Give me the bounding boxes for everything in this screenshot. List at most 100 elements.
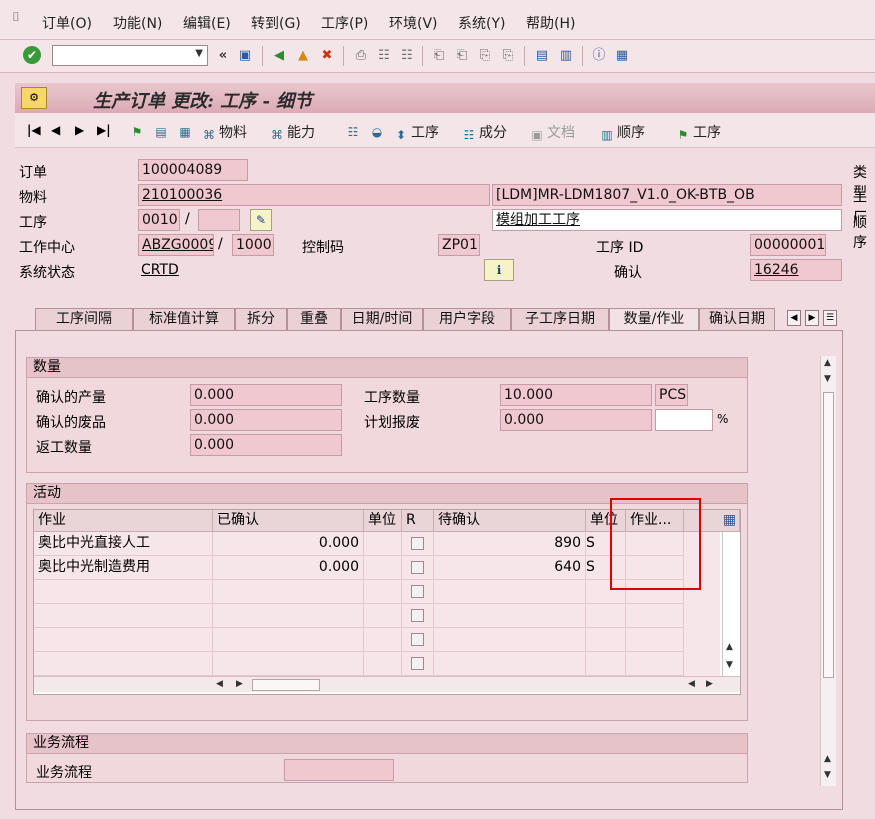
business-process-field[interactable]	[284, 759, 394, 781]
table-horizontal-scrollbar[interactable]: ◀ ▶ ◀ ▶	[34, 676, 740, 692]
tab-split[interactable]: 拆分	[235, 308, 287, 330]
menu-help[interactable]: 帮助(H)	[526, 13, 575, 33]
column-header-to-confirm[interactable]: 待确认	[434, 510, 586, 532]
previous-record-icon[interactable]: ◀	[51, 123, 60, 137]
command-field[interactable]: ▼	[52, 45, 208, 66]
next-record-icon[interactable]: ▶	[75, 123, 84, 137]
scroll-up-icon[interactable]: ▲	[726, 642, 733, 652]
table-cell[interactable]: 奥比中光直接人工	[34, 532, 213, 556]
menu-goto[interactable]: 转到(G)	[251, 13, 301, 33]
new-session-icon[interactable]: ▤	[533, 47, 551, 65]
chevron-down-icon[interactable]: ▼	[195, 48, 203, 59]
scroll-down-icon[interactable]: ▼	[824, 374, 831, 384]
operation-field[interactable]: 0010	[138, 209, 180, 231]
tab-confirmation-dates[interactable]: 确认日期	[699, 308, 775, 330]
component-button[interactable]: ☷ 成分	[461, 122, 507, 142]
header-flag-button[interactable]: ⚑	[129, 122, 147, 139]
operation-description[interactable]: 模组加工工序	[492, 209, 842, 231]
last-record-icon[interactable]: ▶|	[97, 123, 111, 137]
scroll-left-icon[interactable]: ◀	[216, 679, 223, 689]
table-cell[interactable]: 奥比中光制造费用	[34, 556, 213, 580]
help-icon[interactable]: ⓘ	[590, 47, 608, 65]
operation-flag-button[interactable]: ⚑ 工序	[675, 122, 721, 142]
order-field[interactable]: 100004089	[138, 159, 248, 181]
scroll-thumb[interactable]	[823, 392, 834, 678]
scroll-down-icon[interactable]: ▼	[726, 660, 733, 670]
plant-field[interactable]: 1000	[232, 234, 274, 256]
find-next-icon[interactable]: ☷	[398, 47, 416, 65]
table-settings-icon[interactable]: ▦	[720, 510, 740, 532]
table-cell[interactable]	[364, 532, 402, 556]
tab-scroll-left-icon[interactable]: ◀	[787, 310, 801, 326]
calc-button[interactable]: ▦	[177, 122, 195, 139]
collapse-icon[interactable]: «	[214, 47, 232, 65]
checkbox-r[interactable]	[411, 537, 424, 550]
first-record-icon[interactable]: |◀	[27, 123, 41, 137]
tab-sub-operation-dates[interactable]: 子工序日期	[511, 308, 609, 330]
last-page-icon[interactable]: ⎘	[499, 47, 517, 65]
table-cell[interactable]: 0.000	[213, 532, 364, 556]
scroll-up-icon[interactable]: ▲	[824, 358, 831, 368]
system-status-value[interactable]: CRTD	[141, 262, 179, 278]
control-key-field[interactable]: ZP01	[438, 234, 480, 256]
cancel-icon[interactable]: ✖	[318, 47, 336, 65]
table-cell[interactable]: 0.000	[213, 556, 364, 580]
tab-list-icon[interactable]: ☰	[823, 310, 837, 326]
table-vertical-scrollbar[interactable]: ▲ ▼	[722, 532, 738, 676]
table-cell[interactable]: 890	[434, 532, 586, 556]
tab-quantity-activity[interactable]: 数量/作业	[609, 308, 699, 331]
documents-button[interactable]: ▣ 文档	[529, 122, 575, 142]
tab-dates[interactable]: 日期/时间	[341, 308, 423, 330]
resources-button[interactable]: ◒	[369, 122, 387, 139]
enter-check-icon[interactable]: ✔	[23, 46, 41, 64]
tab-user-fields[interactable]: 用户字段	[423, 308, 511, 330]
back-icon[interactable]: ◀	[270, 47, 288, 65]
scroll-down-icon[interactable]: ▼	[824, 770, 831, 780]
checkbox-r[interactable]	[411, 633, 424, 646]
find-icon[interactable]: ☷	[375, 47, 393, 65]
window-menu-icon[interactable]: ⌷	[12, 10, 26, 25]
first-page-icon[interactable]: ⎗	[430, 47, 448, 65]
column-header-confirmed[interactable]: 已确认	[213, 510, 364, 532]
capacity-button[interactable]: ⌘ 能力	[269, 122, 315, 142]
confirmation-field[interactable]: 16246	[750, 259, 842, 281]
work-center-field[interactable]: ABZG0009	[138, 234, 214, 256]
checkbox-r[interactable]	[411, 561, 424, 574]
previous-page-icon[interactable]: ⎗	[453, 47, 471, 65]
column-header-unit[interactable]: 单位	[364, 510, 402, 532]
checkbox-r[interactable]	[411, 609, 424, 622]
table-cell[interactable]: 640	[434, 556, 586, 580]
scroll-up-icon[interactable]: ▲	[824, 754, 831, 764]
sub-operation-field[interactable]	[198, 209, 240, 231]
edit-text-icon[interactable]: ✎	[250, 209, 272, 231]
print-icon[interactable]: ⎙	[352, 47, 370, 65]
material-field[interactable]: 210100036	[138, 184, 490, 206]
operation-button[interactable]: ⬍ 工序	[393, 122, 439, 142]
scroll-right-icon[interactable]: ▶	[706, 679, 713, 689]
menu-function[interactable]: 功能(N)	[113, 13, 162, 33]
menu-edit[interactable]: 编辑(E)	[183, 13, 231, 33]
menu-operation[interactable]: 工序(P)	[321, 13, 368, 33]
material-button[interactable]: ⌘ 物料	[201, 122, 247, 142]
save-icon[interactable]: ▣	[236, 47, 254, 65]
table-cell[interactable]	[364, 556, 402, 580]
scroll-left-icon[interactable]: ◀	[688, 679, 695, 689]
menu-order[interactable]: 订单(O)	[42, 13, 92, 33]
menu-environment[interactable]: 环境(V)	[389, 13, 438, 33]
exit-icon[interactable]: ▲	[294, 47, 312, 65]
tab-overlap[interactable]: 重叠	[287, 308, 341, 330]
tab-standard-value-calc[interactable]: 标准值计算	[133, 308, 235, 330]
checkbox-r[interactable]	[411, 657, 424, 670]
sequence-button[interactable]: ▥ 顺序	[599, 122, 645, 142]
scroll-thumb[interactable]	[252, 679, 320, 691]
checkbox-r[interactable]	[411, 585, 424, 598]
column-header-r[interactable]: R	[402, 510, 434, 532]
shortcut-icon[interactable]: ▥	[557, 47, 575, 65]
panel-vertical-scrollbar[interactable]: ▲ ▼ ▲ ▼	[820, 356, 836, 786]
info-icon[interactable]: ℹ	[484, 259, 514, 281]
next-page-icon[interactable]: ⎘	[476, 47, 494, 65]
planned-scrap-percent-field[interactable]	[655, 409, 713, 431]
tab-scroll-right-icon[interactable]: ▶	[805, 310, 819, 326]
overview-button[interactable]: ▤	[153, 122, 171, 139]
hierarchy-button[interactable]: ☷	[345, 122, 363, 139]
